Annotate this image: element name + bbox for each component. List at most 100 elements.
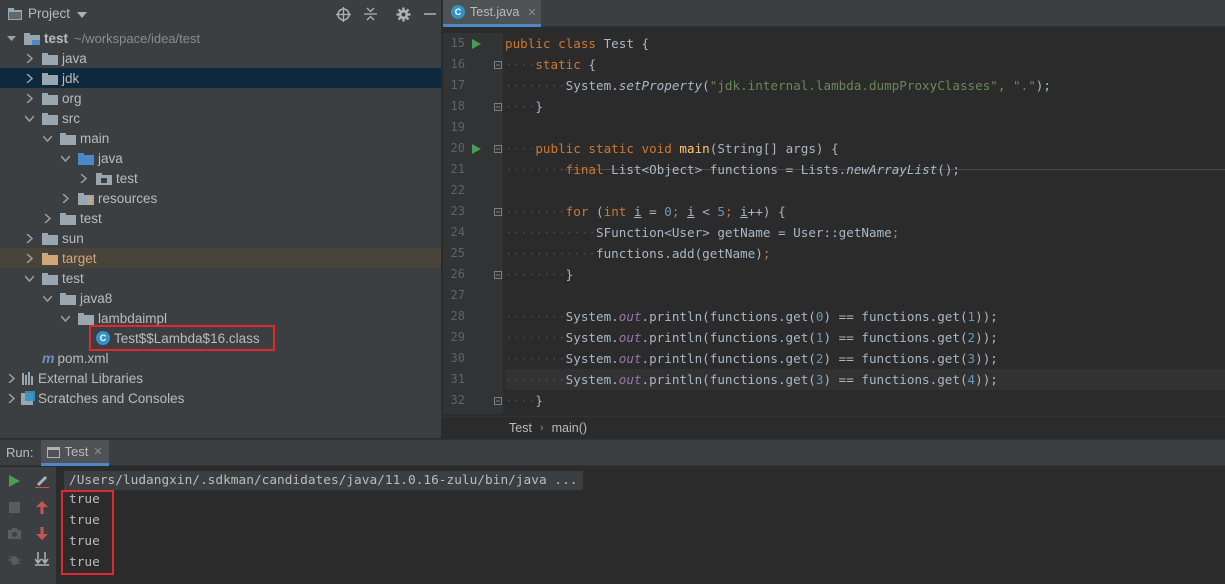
gear-icon[interactable] [394,5,412,23]
console-command: /Users/ludangxin/.sdkman/candidates/java… [64,471,583,490]
arrow-down-icon[interactable] [34,525,50,541]
code-line-17: ········System.setProperty("jdk.internal… [505,78,1051,93]
minimize-icon[interactable] [421,5,439,23]
code-token: out [618,330,642,345]
code-token: System. [565,330,619,345]
run-toolbar [0,467,56,584]
tree-item-label: sun [62,230,84,246]
tab-label: Test.java [470,5,520,19]
console-output[interactable]: /Users/ludangxin/.sdkman/candidates/java… [56,467,1225,584]
tab-test-java[interactable]: C Test.java ✕ [443,0,541,27]
expanded-arrow-icon[interactable] [6,33,16,43]
tree-item-resources[interactable]: resources [0,188,441,208]
code-line-16: ····static { [505,57,597,72]
tree-item-label: test [44,30,69,46]
camera-icon[interactable] [6,525,22,541]
expanded-arrow-icon[interactable] [24,113,34,123]
code-token: newArrayList [846,162,938,177]
run-tab-test[interactable]: Test ✕ [41,439,109,466]
line-number: 26 [450,267,465,281]
tree-item-src-test[interactable]: test [0,208,441,228]
tree-item-label: java8 [80,290,113,306]
code-token: ; [671,204,688,219]
code-token: ( [702,78,710,93]
breadcrumb-item[interactable]: main() [552,421,587,435]
tree-item-package-test[interactable]: test [0,168,441,188]
bug-icon[interactable] [6,551,22,567]
collapsed-arrow-icon[interactable] [24,253,34,263]
fold-icon[interactable] [494,138,503,159]
tree-item-external-libraries[interactable]: External Libraries [0,368,441,388]
breadcrumb-item[interactable]: Test [509,421,532,435]
edit-config-icon[interactable] [34,473,50,489]
stop-icon[interactable] [6,499,22,515]
code-token: )); [975,309,998,324]
line-number: 18 [450,99,465,113]
tree-item-test[interactable]: test [0,268,441,288]
collapsed-arrow-icon[interactable] [24,233,34,243]
sort-down-icon[interactable] [34,551,50,567]
module-folder-icon [24,32,40,45]
tree-item-src[interactable]: src [0,108,441,128]
code-line-30: ········System.out.println(functions.get… [505,351,998,366]
project-title[interactable]: Project [28,6,70,21]
tree-item-label: pom.xml [57,350,109,366]
tree-item-target[interactable]: target [0,248,441,268]
folder-icon [60,212,76,225]
collapsed-arrow-icon[interactable] [24,93,34,103]
collapsed-arrow-icon[interactable] [42,213,52,223]
code-line-29: ········System.out.println(functions.get… [505,330,998,345]
collapsed-arrow-icon[interactable] [78,173,88,183]
code-token: { [580,57,597,72]
tree-item-java[interactable]: java [0,48,441,68]
tree-item-java8[interactable]: java8 [0,288,441,308]
code-area[interactable]: public class Test { ····static { ·······… [503,33,1225,414]
fold-icon[interactable] [494,390,503,411]
code-token: .println(functions.get( [641,330,816,345]
rerun-icon[interactable] [6,473,22,489]
collapsed-arrow-icon[interactable] [24,73,34,83]
close-icon[interactable]: ✕ [93,445,102,458]
code-token: = [641,204,665,219]
editor-tab-bar: C Test.java ✕ [443,0,1225,27]
run-gutter-icon[interactable] [472,33,482,54]
tree-item-main[interactable]: main [0,128,441,148]
source-folder-icon [78,152,94,165]
expanded-arrow-icon[interactable] [42,133,52,143]
fold-icon[interactable] [494,96,503,117]
locate-icon[interactable] [334,5,352,23]
tree-item-sun[interactable]: sun [0,228,441,248]
expanded-arrow-icon[interactable] [24,273,34,283]
fold-icon[interactable] [494,201,503,222]
code-token: ) == functions.get( [823,309,968,324]
collapsed-arrow-icon[interactable] [6,373,16,383]
expanded-arrow-icon[interactable] [42,293,52,303]
collapse-all-icon[interactable] [361,5,379,23]
code-token: ++) { [747,204,786,219]
code-token: 5 [717,204,725,219]
code-token: ) == functions.get( [823,330,968,345]
fold-icon[interactable] [494,264,503,285]
code-token: i [633,204,642,219]
tree-item-source-java[interactable]: java [0,148,441,168]
tree-item-org[interactable]: org [0,88,441,108]
collapsed-arrow-icon[interactable] [24,53,34,63]
close-icon[interactable]: ✕ [527,6,536,19]
tree-item-pom[interactable]: m pom.xml [0,348,441,368]
arrow-up-icon[interactable] [34,499,50,515]
tree-item-root-test[interactable]: test ~/workspace/idea/test [0,28,441,48]
fold-icon[interactable] [494,54,503,75]
run-gutter-icon[interactable] [472,138,482,159]
tree-item-jdk[interactable]: jdk [0,68,441,88]
tree-item-scratches[interactable]: Scratches and Consoles [0,388,441,408]
code-token: List [611,162,642,177]
collapsed-arrow-icon[interactable] [60,193,70,203]
expanded-arrow-icon[interactable] [60,153,70,163]
line-number: 29 [450,330,465,344]
expanded-arrow-icon[interactable] [60,313,70,323]
collapsed-arrow-icon[interactable] [6,393,16,403]
tree-item-label: org [62,90,82,106]
code-token: i [687,204,695,219]
code-token: int [603,204,634,219]
chevron-down-icon[interactable] [77,6,88,21]
